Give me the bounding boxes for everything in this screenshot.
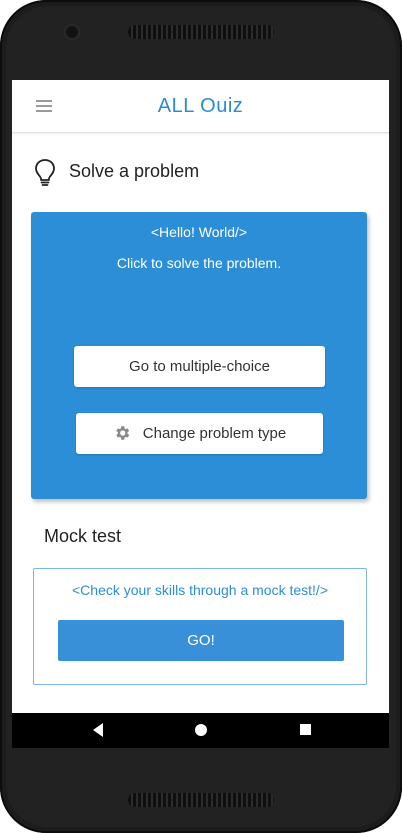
triangle-back-icon[interactable] — [92, 722, 104, 738]
app-screen: ALL Ouiz Solve a problem <Hello! World/>… — [12, 80, 389, 713]
circle-home-icon[interactable] — [195, 724, 207, 736]
phone-frame: ALL Ouiz Solve a problem <Hello! World/>… — [0, 0, 402, 833]
mock-test-card: <Check your skills through a mock test!/… — [33, 568, 367, 685]
change-problem-type-label: Change problem type — [142, 425, 287, 442]
problem-code-text: <Hello! World/> — [150, 224, 248, 240]
section-title: Solve a problem — [69, 161, 200, 181]
app-title: ALL Ouiz — [157, 95, 244, 117]
mock-test-description: <Check your skills through a mock test!/… — [72, 582, 328, 598]
multiple-choice-button[interactable]: Go to multiple-choice — [74, 346, 325, 387]
bottom-speaker-grille — [128, 793, 274, 807]
app-bar: ALL Ouiz — [12, 80, 389, 133]
go-button[interactable]: GO! — [58, 620, 344, 661]
solve-problem-card[interactable]: <Hello! World/> Click to solve the probl… — [31, 212, 367, 499]
solve-prompt[interactable]: Click to solve the problem. — [31, 255, 367, 271]
change-problem-type-button[interactable]: Change problem type — [76, 413, 323, 454]
mock-test-title: Mock test — [44, 526, 122, 546]
square-recents-icon[interactable] — [300, 724, 311, 735]
lightbulb-icon — [35, 159, 55, 186]
gear-icon — [116, 425, 129, 440]
top-speaker-grille — [128, 25, 274, 39]
front-camera — [66, 26, 78, 38]
android-nav-bar — [12, 713, 389, 748]
